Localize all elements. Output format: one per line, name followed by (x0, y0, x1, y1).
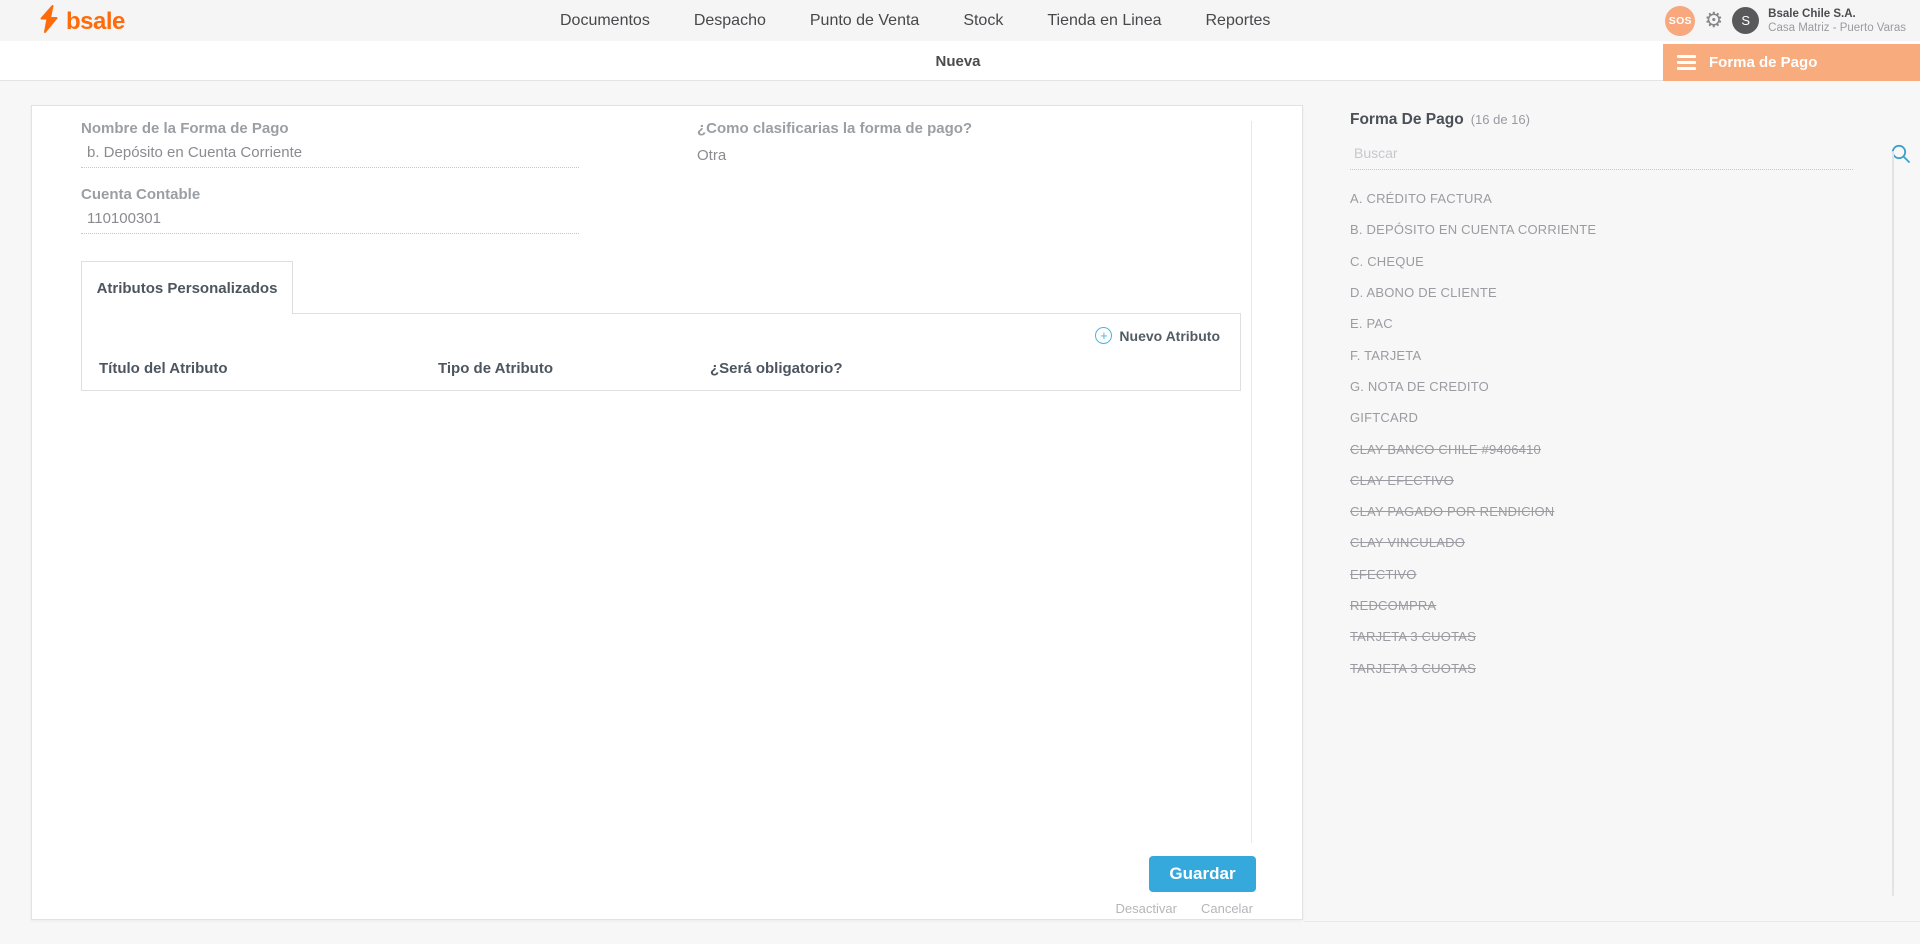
list-item[interactable]: E. PAC (1350, 308, 1870, 339)
nav-item-stock[interactable]: Stock (963, 12, 1003, 30)
payment-methods-list: A. CRÉDITO FACTURA B. DEPÓSITO EN CUENTA… (1350, 183, 1870, 684)
cancel-link[interactable]: Cancelar (1201, 901, 1253, 916)
list-item[interactable]: G. NOTA DE CREDITO (1350, 371, 1870, 402)
nav-item-punto-de-venta[interactable]: Punto de Venta (810, 12, 919, 30)
name-input[interactable] (81, 144, 579, 168)
list-item[interactable]: F. TARJETA (1350, 339, 1870, 370)
list-item[interactable]: D. ABONO DE CLIENTE (1350, 277, 1870, 308)
deactivate-link[interactable]: Desactivar (1116, 901, 1177, 916)
page: bsale Documentos Despacho Punto de Venta… (0, 0, 1920, 944)
brand-logo[interactable]: bsale (38, 5, 125, 38)
gear-icon[interactable]: ⚙ (1704, 10, 1723, 31)
list-item-inactive[interactable]: CLAY PAGADO POR RENDICION (1350, 496, 1870, 527)
nav-item-documentos[interactable]: Documentos (560, 12, 650, 30)
list-item[interactable]: A. CRÉDITO FACTURA (1350, 183, 1870, 214)
payment-form-card: Nombre de la Forma de Pago ¿Como clasifi… (31, 105, 1303, 920)
secondary-actions: Desactivar Cancelar (32, 901, 1253, 916)
tab-nueva[interactable]: Nueva (935, 41, 980, 81)
company-name: Bsale Chile S.A. (1768, 7, 1906, 21)
main-nav: Documentos Despacho Punto de Venta Stock… (560, 0, 1270, 41)
sidebar-count: (16 de 16) (1471, 112, 1530, 127)
nav-item-reportes[interactable]: Reportes (1206, 12, 1271, 30)
column-header-tipo: Tipo de Atributo (438, 360, 553, 377)
card-divider (1251, 121, 1252, 843)
sidebar-search (1350, 139, 1870, 173)
top-header-bar: bsale Documentos Despacho Punto de Venta… (0, 0, 1920, 41)
list-item-inactive[interactable]: TARJETA 3 CUOTAS (1350, 621, 1870, 652)
forma-de-pago-panel-header[interactable]: Forma de Pago (1663, 44, 1920, 81)
payment-methods-sidebar: Forma De Pago (16 de 16) A. CRÉDITO FACT… (1304, 81, 1920, 922)
sidebar-title-row: Forma De Pago (16 de 16) (1350, 111, 1530, 129)
bolt-icon (38, 5, 60, 38)
new-attribute-button[interactable]: + Nuevo Atributo (1095, 327, 1220, 344)
brand-wordmark: bsale (66, 7, 125, 37)
list-item[interactable]: C. CHEQUE (1350, 246, 1870, 277)
list-item-inactive[interactable]: REDCOMPRA (1350, 590, 1870, 621)
user-block: SOS ⚙ S Bsale Chile S.A. Casa Matriz - P… (1665, 0, 1906, 41)
company-branch: Casa Matriz - Puerto Varas (1768, 21, 1906, 35)
company-info: Bsale Chile S.A. Casa Matriz - Puerto Va… (1768, 7, 1906, 35)
column-header-titulo: Título del Atributo (99, 360, 228, 377)
nav-item-despacho[interactable]: Despacho (694, 12, 766, 30)
classify-label: ¿Como clasificarias la forma de pago? (697, 120, 972, 137)
sidebar-title: Forma De Pago (1350, 111, 1464, 129)
sidebar-scrollbar[interactable] (1892, 151, 1894, 896)
list-item-inactive[interactable]: CLAY EFECTIVO (1350, 465, 1870, 496)
list-item[interactable]: B. DEPÓSITO EN CUENTA CORRIENTE (1350, 214, 1870, 245)
plus-icon: + (1095, 327, 1112, 344)
list-item-inactive[interactable]: TARJETA 3 CUOTAS (1350, 652, 1870, 683)
panel-title: Forma de Pago (1709, 54, 1817, 71)
column-header-obligatorio: ¿Será obligatorio? (710, 360, 843, 377)
attributes-panel: + Nuevo Atributo Título del Atributo Tip… (81, 313, 1241, 391)
sub-nav-bar: Nueva (0, 41, 1920, 81)
classify-value[interactable]: Otra (697, 147, 726, 164)
nav-item-tienda-en-linea[interactable]: Tienda en Linea (1047, 12, 1161, 30)
list-item-inactive[interactable]: EFECTIVO (1350, 559, 1870, 590)
list-item[interactable]: GIFTCARD (1350, 402, 1870, 433)
sos-badge[interactable]: SOS (1665, 6, 1695, 36)
list-item-inactive[interactable]: CLAY VINCULADO (1350, 527, 1870, 558)
menu-icon[interactable] (1677, 55, 1696, 70)
name-label: Nombre de la Forma de Pago (81, 120, 289, 137)
new-attribute-label: Nuevo Atributo (1119, 328, 1220, 344)
avatar[interactable]: S (1732, 7, 1759, 34)
account-label: Cuenta Contable (81, 186, 200, 203)
search-input[interactable] (1350, 139, 1853, 170)
account-input[interactable] (81, 210, 579, 234)
tab-atributos-personalizados[interactable]: Atributos Personalizados (81, 261, 293, 314)
list-item-inactive[interactable]: CLAY BANCO CHILE #9406410 (1350, 433, 1870, 464)
save-button[interactable]: Guardar (1149, 856, 1256, 892)
